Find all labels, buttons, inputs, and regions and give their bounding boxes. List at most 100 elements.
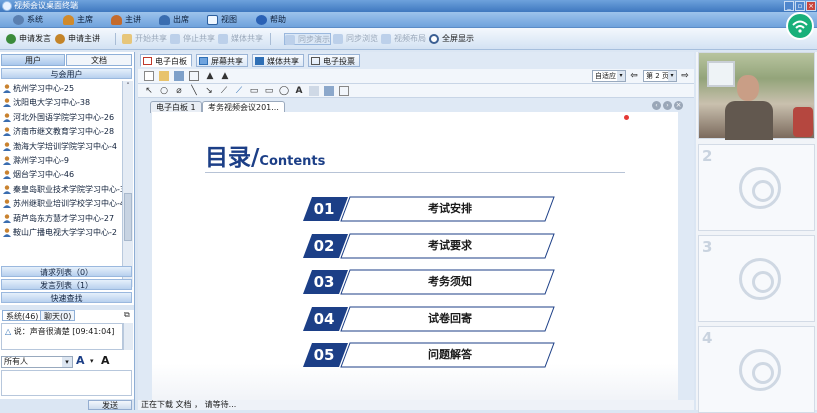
list-item[interactable]: 济南市继文教育学习中心-28 [2,126,122,137]
pin-icon[interactable]: ⧉ [124,310,130,320]
font-color-icon[interactable]: A [76,354,85,367]
tab-whiteboard[interactable]: 电子白板 [140,54,192,67]
request-present-button[interactable]: 申请主讲 [55,33,100,45]
chat-input[interactable] [1,370,132,396]
menu-chair[interactable]: 主席 [62,14,93,26]
attendees-header[interactable]: 与会用户 [1,68,132,79]
print-icon[interactable] [189,71,199,81]
chevron-left-icon[interactable]: ‹ [652,101,661,110]
user-list-scrollbar[interactable]: ˄ ˅ [122,81,133,287]
list-item[interactable]: 滁州学习中心-9 [2,155,122,166]
list-item[interactable]: 杭州学习中心-25 [2,83,122,94]
chat-user-icon: △ [5,327,14,336]
grid-icon[interactable] [339,86,349,96]
chevron-down-icon[interactable]: ▾ [668,71,676,81]
prev-page-icon[interactable]: ⇦ [629,71,639,81]
stop-share-button[interactable]: 停止共享 [170,33,215,45]
user-icon [3,113,11,122]
video-layout-button[interactable]: 视频布局 [381,33,426,45]
wifi-icon[interactable] [786,12,814,40]
recipient-select[interactable]: 所有人 ▾ [1,356,73,368]
sync-browse-button[interactable]: 同步浏览 [333,33,378,45]
toc-number: 05 [313,346,335,364]
rectangle-icon[interactable]: ▭ [249,86,259,96]
highlighter-icon[interactable]: ⟋ [234,86,244,96]
media-share-button[interactable]: 媒体共享 [218,33,263,45]
file-toolbar: ▲ ▲ 自适应 ▾ ⇦ 第 2 页 ▾ ⇨ [138,69,694,84]
close-button[interactable]: × [806,1,816,11]
menu-presenter[interactable]: 主讲 [110,14,141,26]
eraser-icon[interactable]: ⌀ [174,86,184,96]
slide-canvas[interactable]: 目录/Contents 01 考试安排 02 考试要求 03 考务须知 04 试卷回寄 05 问题… [152,112,678,408]
tab-screen-share[interactable]: 屏幕共享 [196,54,248,67]
tab-chat[interactable]: 聊天(0) [40,310,76,321]
list-item[interactable]: 河北外国语学院学习中心-26 [2,112,122,123]
text-icon[interactable]: A [294,86,304,96]
quick-find[interactable]: 快速查找 [1,292,132,303]
rounded-rect-icon[interactable]: ▭ [264,86,274,96]
color-icon[interactable] [324,86,334,96]
tab-media-share[interactable]: 媒体共享 [252,54,304,67]
chevron-up-icon[interactable]: ˄ [124,82,132,90]
zoom-select[interactable]: 自适应 ▾ [592,70,626,82]
maximize-button[interactable]: ▫ [795,1,805,11]
video-slot[interactable]: 3 [698,235,815,322]
slot-number: 2 [702,147,713,165]
tab-vote[interactable]: 电子投票 [308,54,360,67]
list-item[interactable]: 渤海大学培训学院学习中心-4 [2,141,122,152]
start-share-button[interactable]: 开始共享 [122,33,167,45]
close-icon[interactable]: × [674,101,683,110]
request-list[interactable]: 请求列表（0） [1,266,132,277]
list-item[interactable]: 葫芦岛东方慧才学习中心-27 [2,213,122,224]
image-icon[interactable] [309,86,319,96]
sync-demo-button[interactable]: 同步演示 [284,33,331,45]
open-icon[interactable] [159,71,169,81]
tab-documents[interactable]: 文档 [66,54,132,66]
list-item[interactable]: 鞍山广播电视大学学习中心-2 [2,227,122,238]
pen-icon[interactable]: ⟋ [219,86,229,96]
tab-system[interactable]: 系统(46) [2,310,43,321]
chevron-down-icon[interactable]: ▾ [617,71,625,81]
menu-system[interactable]: 系统 [12,14,43,26]
folder-icon [122,34,132,44]
font-size-icon[interactable]: A [101,354,110,367]
scroll-thumb[interactable] [124,193,132,241]
menu-help[interactable]: 帮助 [255,14,286,26]
new-icon[interactable] [144,71,154,81]
toc-label: 试卷回寄 [428,311,472,325]
page-select[interactable]: 第 2 页 ▾ [643,70,677,82]
menu-view[interactable]: 视图 [206,14,237,26]
list-item[interactable]: 苏州继职业培训学校学习中心-48 [2,198,130,209]
request-speak-button[interactable]: 申请发言 [6,33,51,45]
lasso-icon[interactable]: ○ [159,86,169,96]
list-item[interactable]: 烟台学习中心-46 [2,169,122,180]
line-icon[interactable]: ╲ [189,86,199,96]
video-slot[interactable]: 4 [698,326,815,413]
zoom-in-icon[interactable]: ▲ [205,71,215,81]
menu-attend[interactable]: 出席 [158,14,189,26]
toc-number: 03 [313,273,335,291]
ellipse-icon[interactable]: ◯ [279,86,289,96]
video-slot[interactable]: 2 [698,144,815,231]
chevron-right-icon[interactable]: › [663,101,672,110]
slot-number: 3 [702,238,713,256]
tab-users[interactable]: 用户 [1,54,65,66]
list-item[interactable]: 沈阳电大学习中心-38 [2,97,122,108]
chevron-down-icon[interactable]: ▾ [62,357,72,367]
list-item[interactable]: 秦皇岛职业技术学院学习中心-35 [2,184,130,195]
slot-number: 4 [702,329,713,347]
layout-icon [381,34,391,44]
toc-label: 考试要求 [428,238,472,252]
pointer-icon[interactable]: ↖ [144,86,154,96]
speak-list[interactable]: 发言列表（1） [1,279,132,290]
save-icon[interactable] [174,71,184,81]
chevron-down-icon[interactable]: ▾ [90,357,94,365]
send-button[interactable]: 发送 [88,400,132,410]
zoom-out-icon[interactable]: ▲ [220,71,230,81]
arrow-icon[interactable]: ↘ [204,86,214,96]
fullscreen-button[interactable]: 全屏显示 [429,33,474,45]
next-page-icon[interactable]: ⇨ [680,71,690,81]
minimize-button[interactable]: _ [784,1,794,11]
video-slots: 2 3 4 [696,52,817,413]
chat-scrollbar[interactable] [123,323,133,350]
